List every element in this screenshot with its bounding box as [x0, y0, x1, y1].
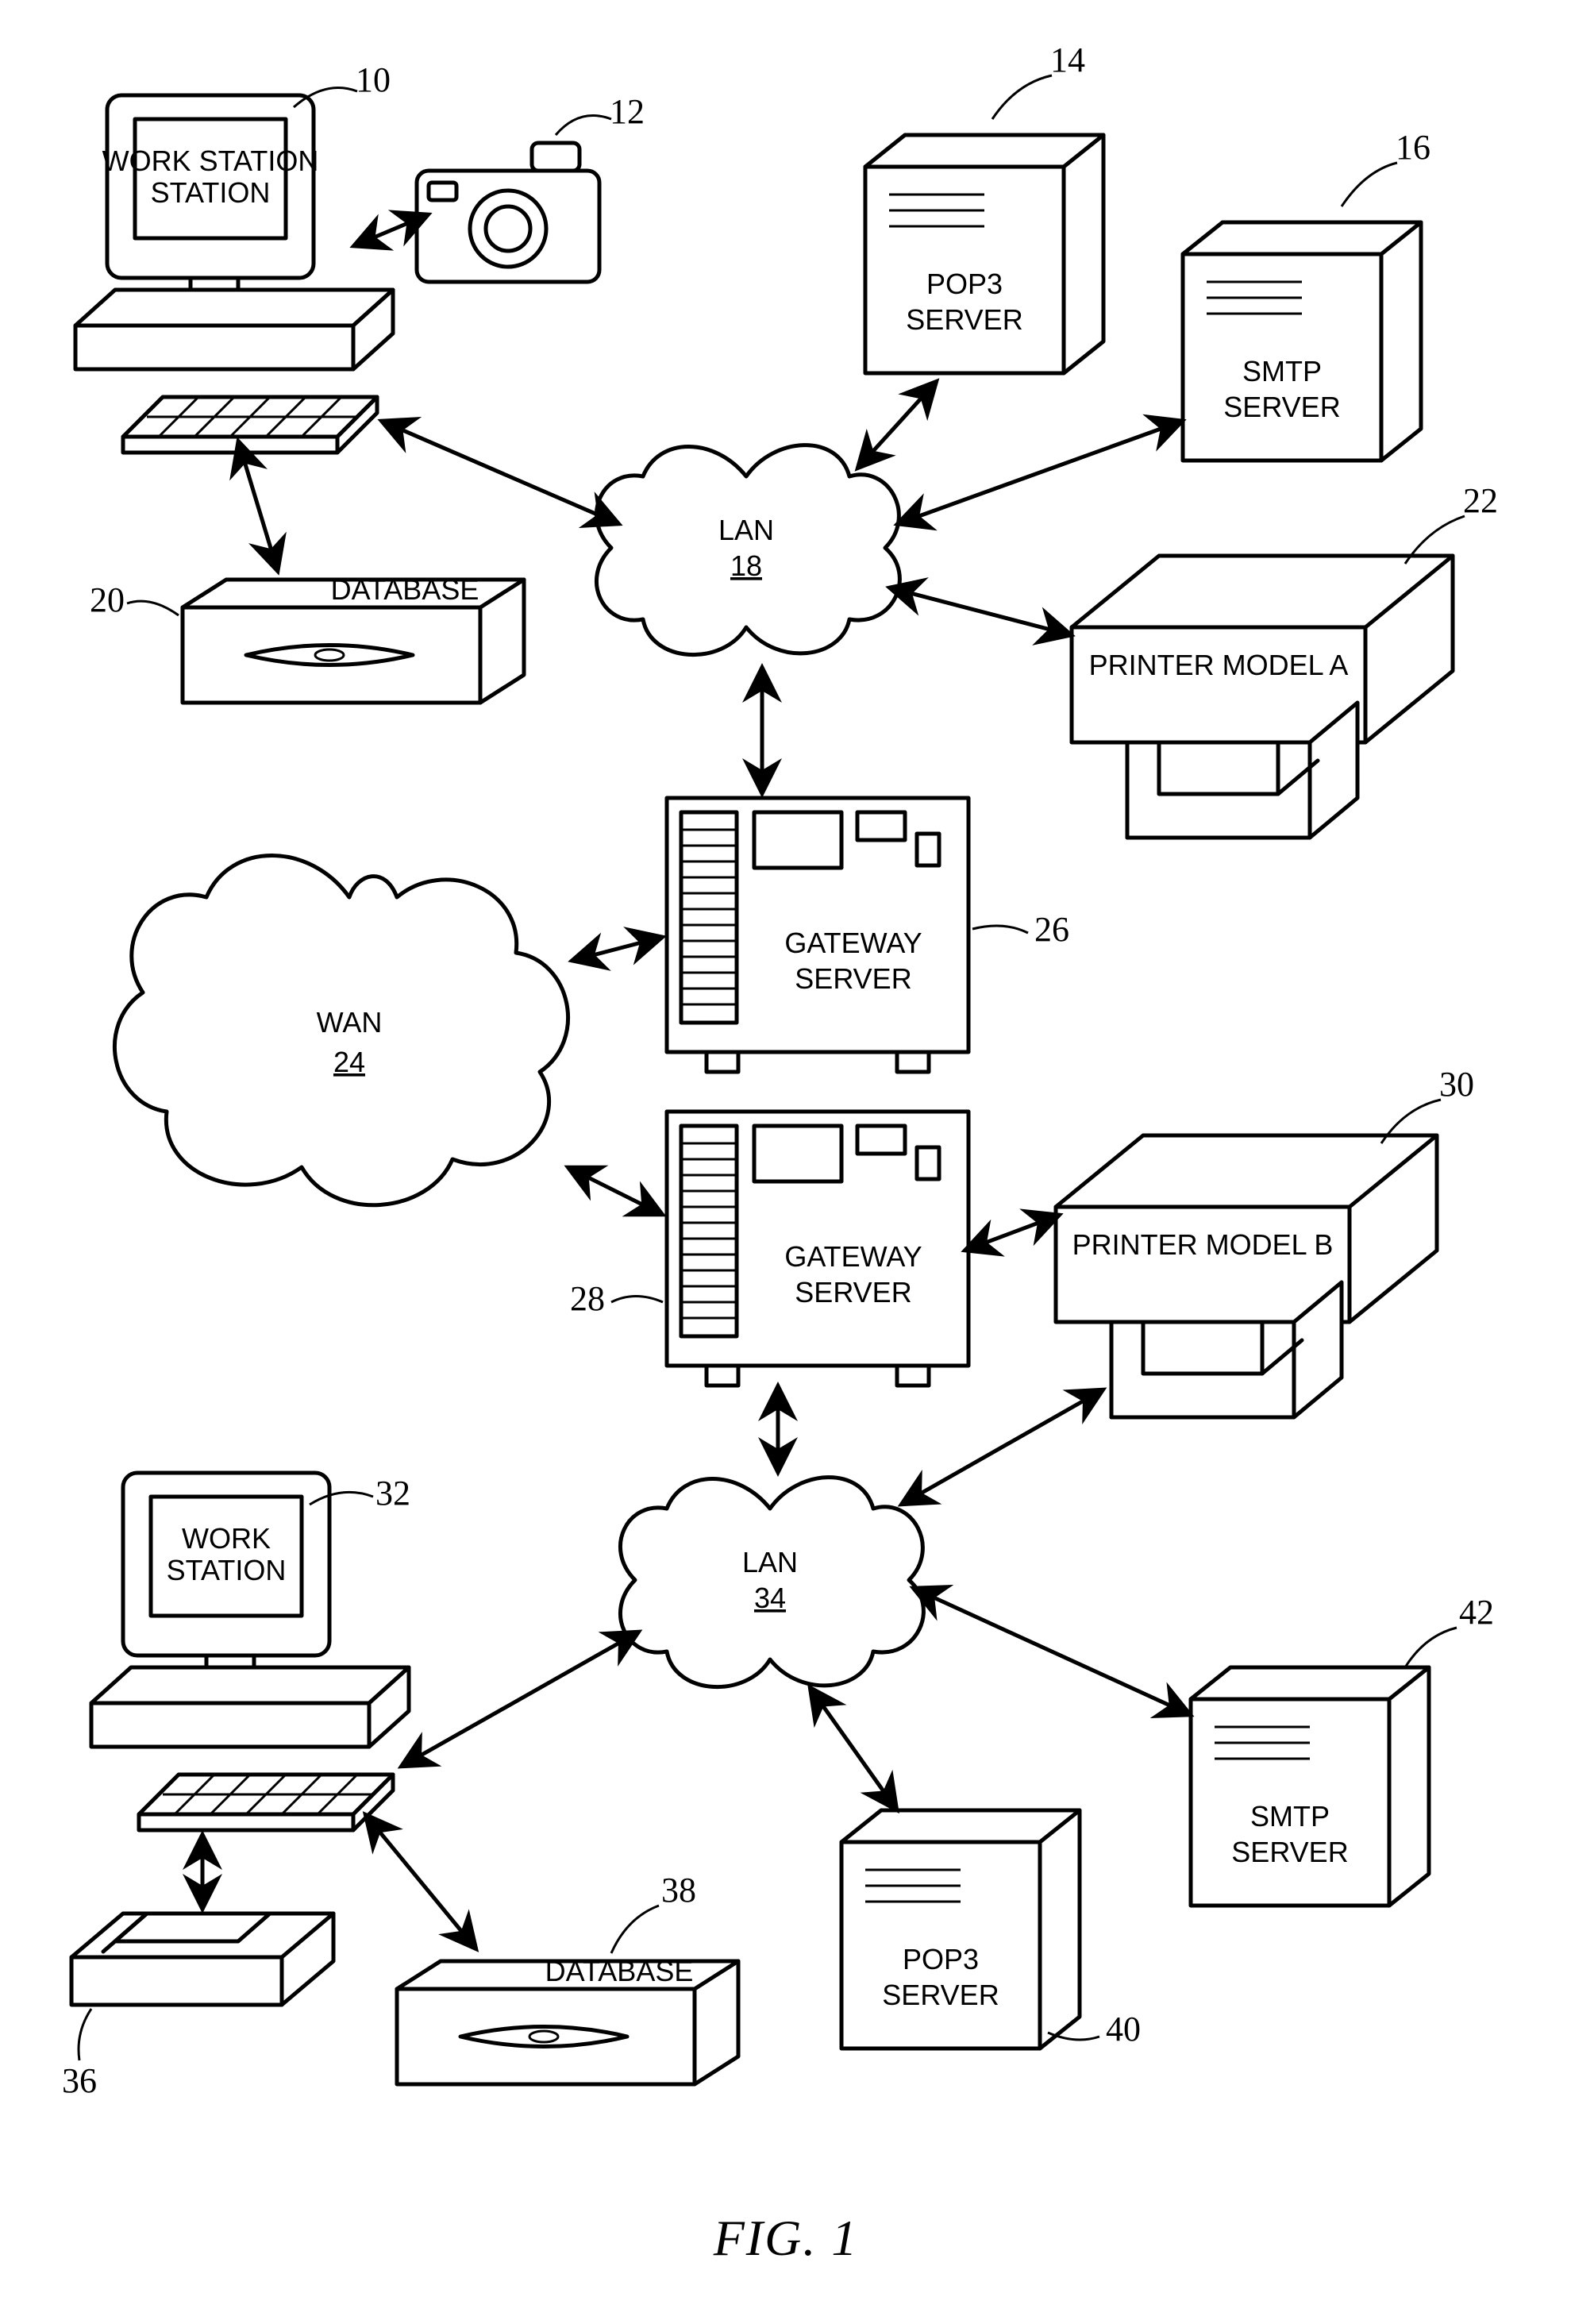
ref-28: 28: [570, 1279, 605, 1318]
workstation-1-label-2: STATION: [151, 176, 271, 209]
ref-26: 26: [1034, 910, 1069, 949]
smtp-server-top: SMTP SERVER: [1183, 222, 1421, 461]
gateway-server-1: GATEWAY SERVER: [667, 798, 968, 1072]
ref-30: 30: [1439, 1065, 1474, 1104]
smtp-top-label-1: SMTP: [1242, 355, 1322, 387]
printer-a-label: PRINTER MODEL A: [1089, 649, 1349, 681]
database-2: DATABASE: [397, 1955, 738, 2084]
pop3-server-bottom: POP3 SERVER: [841, 1810, 1080, 2048]
svg-text:WORK STATION: WORK STATION: [102, 145, 319, 177]
pop3-bot-label-1: POP3: [903, 1943, 979, 1975]
gateway-2-label-2: SERVER: [795, 1276, 911, 1308]
ref-12: 12: [610, 92, 645, 131]
workstation-1: WORK STATION STATION: [75, 95, 393, 453]
ref-38: 38: [661, 1871, 696, 1910]
workstation-2-label-2: STATION: [167, 1554, 287, 1586]
printer-b: PRINTER MODEL B: [1056, 1135, 1437, 1417]
smtp-bot-label-1: SMTP: [1250, 1800, 1330, 1833]
gateway-server-2: GATEWAY SERVER: [667, 1112, 968, 1386]
lan-cloud-bottom: LAN 34: [620, 1478, 923, 1687]
smtp-server-bottom: SMTP SERVER: [1191, 1667, 1429, 1906]
pop3-server-top: POP3 SERVER: [865, 135, 1103, 373]
printer-a: PRINTER MODEL A: [1072, 556, 1453, 838]
lan-bot-label: LAN: [742, 1546, 798, 1578]
pop3-top-label-2: SERVER: [906, 303, 1022, 336]
ref-20: 20: [90, 580, 125, 619]
ref-10: 10: [356, 60, 391, 99]
gateway-2-label-1: GATEWAY: [784, 1240, 922, 1273]
lan-top-ref: 18: [730, 549, 762, 582]
scanner-icon: [71, 1914, 333, 2005]
workstation-1-label-1: WORK STATION: [102, 145, 319, 177]
ref-42: 42: [1459, 1593, 1494, 1632]
gateway-1-label-2: SERVER: [795, 962, 911, 995]
printer-b-label: PRINTER MODEL B: [1072, 1228, 1334, 1261]
smtp-top-label-2: SERVER: [1223, 391, 1340, 423]
database-1-label: DATABASE: [331, 573, 479, 606]
ref-16: 16: [1396, 128, 1430, 167]
wan-ref: 24: [333, 1046, 365, 1078]
pop3-bot-label-2: SERVER: [882, 1979, 999, 2011]
pop3-top-label-1: POP3: [926, 268, 1003, 300]
workstation-2: WORK STATION: [91, 1473, 409, 1830]
ref-36: 36: [62, 2061, 97, 2100]
gateway-1-label-1: GATEWAY: [784, 927, 922, 959]
workstation-2-label-1: WORK: [182, 1522, 271, 1555]
lan-top-label: LAN: [718, 514, 774, 546]
wan-label: WAN: [317, 1006, 383, 1039]
database-1: DATABASE: [183, 573, 524, 703]
wan-cloud: WAN 24: [114, 856, 568, 1205]
ref-22: 22: [1463, 481, 1498, 520]
figure-caption: FIG. 1: [713, 2210, 859, 2266]
ref-40: 40: [1106, 2010, 1141, 2048]
smtp-bot-label-2: SERVER: [1231, 1836, 1348, 1868]
camera-icon: [417, 143, 599, 282]
lan-cloud-top: LAN 18: [596, 445, 899, 655]
lan-bot-ref: 34: [754, 1582, 786, 1614]
database-2-label: DATABASE: [545, 1955, 694, 1987]
ref-14: 14: [1050, 40, 1085, 79]
ref-32: 32: [375, 1474, 410, 1513]
